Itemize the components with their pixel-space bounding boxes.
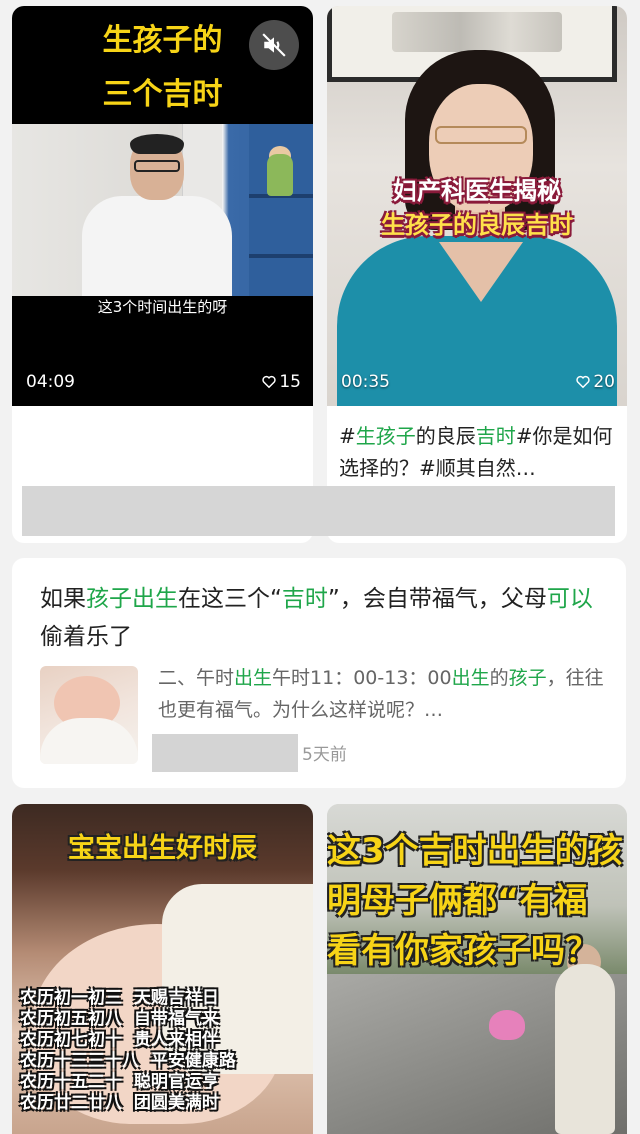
video-title-overlay: 这3个吉时出生的孩 明母子俩都“有福 看有你家孩子吗？ — [327, 826, 627, 976]
like-count[interactable]: 15 — [262, 372, 301, 392]
title-line-2: 明母子俩都“有福 — [327, 881, 588, 921]
video-card-2[interactable]: 妇产科医生揭秘 生孩子的良辰吉时 00:35 20 #生孩子的良辰吉时#你是如何… — [327, 6, 627, 543]
heart-icon — [576, 375, 590, 389]
presenter — [82, 134, 232, 296]
video-card-3[interactable]: 宝宝出生好时辰 农历初一初三 天赐吉祥日 农历初五初八 自带福气来 农历初七初十… — [12, 804, 313, 1134]
redacted-source — [152, 734, 298, 772]
auspicious-dates-list: 农历初一初三 天赐吉祥日 农历初五初八 自带福气来 农历初七初十 贵人来相伴 农… — [20, 988, 236, 1113]
video-description[interactable]: #生孩子的良辰吉时#你是如何选择的？#顺其自然… — [339, 420, 615, 484]
video-thumbnail[interactable]: 这3个吉时出生的孩 明母子俩都“有福 看有你家孩子吗？ — [327, 804, 627, 1134]
article-title[interactable]: 如果孩子出生在这三个“吉时”，会自带福气，父母可以偷着乐了 — [40, 580, 602, 656]
redacted-bar — [22, 486, 615, 536]
video-duration: 00:35 — [341, 372, 390, 392]
video-title-overlay: 宝宝出生好时辰 — [68, 833, 257, 864]
title-line-2: 三个吉时 — [102, 77, 223, 112]
heart-icon — [262, 375, 276, 389]
video-thumbnail[interactable]: 妇产科医生揭秘 生孩子的良辰吉时 00:35 20 — [327, 6, 627, 406]
like-count[interactable]: 20 — [576, 372, 615, 392]
title-line-1: 这3个吉时出生的孩 — [327, 831, 623, 871]
video-duration: 04:09 — [26, 372, 75, 392]
video-card-4[interactable]: 这3个吉时出生的孩 明母子俩都“有福 看有你家孩子吗？ — [327, 804, 627, 1134]
video-scene — [12, 124, 313, 296]
balloon-toy — [489, 1010, 525, 1040]
article-card[interactable]: 如果孩子出生在这三个“吉时”，会自带福气，父母可以偷着乐了 二、午时出生午时11… — [12, 558, 626, 788]
toy-body — [267, 154, 293, 196]
caption-line-2: 生孩子的良辰吉时 — [381, 211, 573, 239]
article-snippet: 二、午时出生午时11：00-13：00出生的孩子，往往也更有福气。为什么这样说呢… — [158, 667, 604, 721]
video-thumbnail[interactable]: 宝宝出生好时辰 农历初一初三 天赐吉祥日 农历初五初八 自带福气来 农历初七初十… — [12, 804, 313, 1134]
video-thumbnail[interactable]: 生孩子的 三个吉时 这3个时间出生的呀 04:09 15 — [12, 6, 313, 406]
like-count-value: 15 — [279, 372, 301, 392]
article-time: 5天前 — [302, 745, 347, 765]
video-caption: 妇产科医生揭秘 生孩子的良辰吉时 — [327, 174, 627, 242]
like-count-value: 20 — [593, 372, 615, 392]
person — [555, 964, 615, 1134]
article-thumbnail[interactable] — [40, 666, 138, 764]
mute-icon[interactable] — [249, 20, 299, 70]
video-subtitle: 这3个时间出生的呀 — [97, 298, 228, 316]
title-line-3: 看有你家孩子吗？ — [327, 931, 599, 971]
caption-line-1: 妇产科医生揭秘 — [393, 177, 561, 205]
video-card-1[interactable]: 生孩子的 三个吉时 这3个时间出生的呀 04:09 15 — [12, 6, 313, 543]
